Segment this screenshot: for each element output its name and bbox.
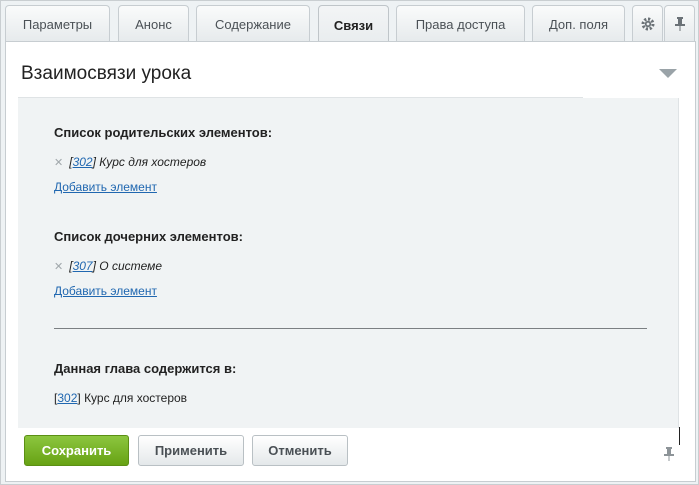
contains-id-link[interactable]: 302 (57, 391, 77, 405)
pin-icon-graphic (664, 447, 674, 461)
bracket-close: ] (92, 155, 96, 169)
resize-mark (679, 427, 680, 445)
separator-line (54, 328, 647, 329)
tab-label: Доп. поля (548, 16, 609, 32)
tab-links[interactable]: Связи (318, 5, 389, 45)
tab-label: Содержание (215, 16, 291, 32)
cancel-button[interactable]: Отменить (252, 435, 348, 466)
save-button[interactable]: Сохранить (24, 435, 129, 466)
remove-icon[interactable]: ✕ (54, 156, 63, 169)
contains-title: Данная глава содержится в: (54, 361, 237, 376)
section-title: Взаимосвязи урока (21, 63, 192, 84)
tab-label: Параметры (22, 16, 93, 32)
children-title: Список дочерних элементов: (54, 229, 243, 244)
tab-extra-fields[interactable]: Доп. поля (532, 5, 625, 42)
tab-content[interactable]: Содержание (196, 5, 310, 42)
gear-icon[interactable] (632, 5, 663, 42)
gear-icon-graphic (641, 17, 654, 31)
tab-label: Связи (333, 18, 374, 33)
parent-item-id-link[interactable]: 302 (73, 155, 93, 169)
main-panel: Взаимосвязи урока Список родительских эл… (5, 41, 696, 482)
bracket-close: ] (77, 391, 81, 405)
pin-icon-graphic (674, 17, 685, 31)
parent-item-name: Курс для хостеров (99, 155, 207, 169)
tab-announce[interactable]: Анонс (118, 5, 189, 42)
add-parent-link[interactable]: Добавить элемент (54, 180, 157, 194)
child-item-id-link[interactable]: 307 (73, 259, 93, 273)
contains-item: [302] Курс для хостеров (54, 391, 187, 405)
collapse-arrow-icon[interactable] (659, 69, 677, 78)
parent-item: ✕ [302] Курс для хостеров (54, 155, 206, 169)
apply-button[interactable]: Применить (138, 435, 244, 466)
bracket-close: ] (92, 259, 96, 273)
tab-bar: Параметры Анонс Содержание Связи Права д… (5, 5, 695, 45)
tab-access-rights[interactable]: Права доступа (396, 5, 525, 42)
pin-icon[interactable] (664, 5, 695, 42)
child-item-name: О системе (99, 259, 163, 273)
child-item: ✕ [307] О системе (54, 259, 162, 273)
parents-title: Список родительских элементов: (54, 125, 273, 140)
editor-frame: Параметры Анонс Содержание Связи Права д… (0, 0, 699, 485)
tab-label: Права доступа (415, 16, 506, 32)
tab-label: Анонс (135, 16, 172, 32)
links-content: Список родительских элементов: ✕ [302] К… (18, 98, 679, 428)
tab-parameters[interactable]: Параметры (5, 5, 110, 42)
pin-icon[interactable] (663, 446, 675, 466)
remove-icon[interactable]: ✕ (54, 260, 63, 273)
add-child-link[interactable]: Добавить элемент (54, 284, 157, 298)
contains-name: Курс для хостеров (84, 391, 188, 405)
